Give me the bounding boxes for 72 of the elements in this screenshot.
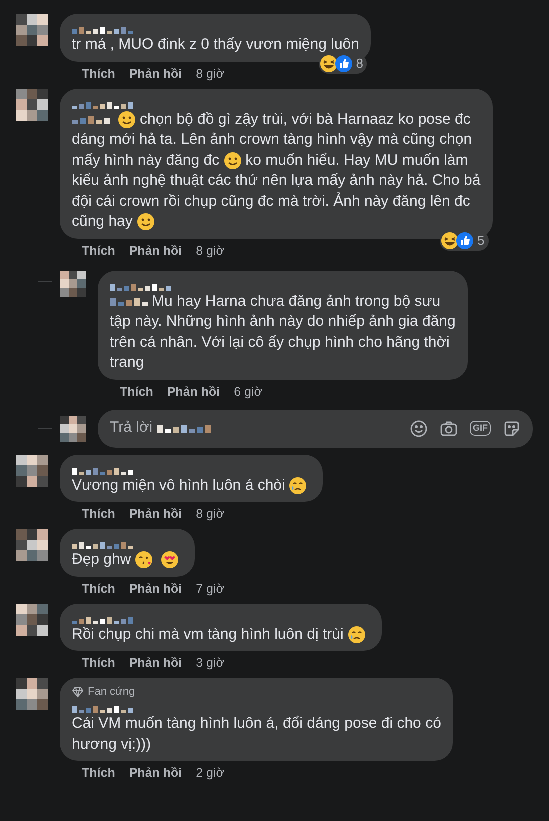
fan-badge-label: Fan cứng bbox=[88, 686, 136, 699]
timestamp[interactable]: 3 giờ bbox=[196, 656, 224, 671]
comment-text: tr má , MUO đink z 0 thấy vươn miệng luôn bbox=[72, 35, 360, 55]
smiling-face-icon bbox=[224, 152, 242, 170]
pixelated-mention bbox=[156, 424, 211, 432]
comment-text: ko muốn hiểu. Hay MU muốn làm bbox=[246, 150, 468, 170]
pixelated-avatar[interactable] bbox=[60, 416, 86, 442]
like-link[interactable]: Thích bbox=[120, 384, 154, 400]
pixelated-avatar[interactable] bbox=[16, 604, 48, 636]
reply-input[interactable]: Trả lời GIF bbox=[98, 410, 533, 448]
thumbs-up-icon bbox=[456, 232, 474, 250]
comment-text: dáng mới hả ta. Lên ảnh crown tàng hình vậy mà cũng chọn bbox=[72, 130, 472, 150]
timestamp[interactable]: 8 giờ bbox=[196, 507, 224, 522]
timestamp[interactable]: 8 giờ bbox=[196, 244, 224, 258]
pixelated-avatar[interactable] bbox=[60, 270, 86, 296]
kissing-face-icon bbox=[135, 551, 154, 570]
reaction-badge[interactable]: 8 bbox=[319, 54, 368, 74]
reaction-count: 8 bbox=[356, 54, 364, 73]
comment-text: trên cá nhân. Với lại cô ấy chụp hình cho hãng thời bbox=[110, 332, 450, 352]
comment-text: đội cái crown rồi chụp cũng đc mà trời. Ảnh này đăng lên đc bbox=[72, 192, 470, 212]
like-link[interactable]: Thích bbox=[82, 244, 116, 258]
timestamp[interactable]: 6 giờ bbox=[234, 384, 262, 400]
comment-text: kiểu ảnh nghệ thuật các thứ nên lựa mấy ảnh này hả. Cho bả bbox=[72, 171, 481, 191]
laughing-face-icon bbox=[441, 232, 460, 250]
like-link[interactable]: Thích bbox=[82, 507, 116, 522]
reaction-count: 5 bbox=[477, 232, 485, 250]
like-link[interactable]: Thích bbox=[82, 766, 116, 781]
pixelated-avatar[interactable] bbox=[16, 14, 48, 46]
reply-link[interactable]: Phản hồi bbox=[129, 766, 182, 781]
crying-face-icon bbox=[289, 476, 308, 495]
reply-link[interactable]: Phản hồi bbox=[129, 66, 182, 82]
timestamp[interactable]: 2 giờ bbox=[196, 766, 224, 781]
reply-link[interactable]: Phản hồi bbox=[129, 656, 182, 671]
pixelated-avatar[interactable] bbox=[16, 529, 48, 561]
gif-button[interactable]: GIF bbox=[470, 421, 491, 436]
pixelated-mention bbox=[72, 116, 110, 124]
reply-link[interactable]: Phản hồi bbox=[129, 582, 182, 596]
comment-text: Vương miện vô hình luôn á chòi bbox=[72, 476, 286, 496]
heart-eyes-face-icon bbox=[161, 551, 180, 570]
comment-text: Mu hay Harna chưa đăng ảnh trong bộ sưu bbox=[152, 292, 441, 312]
reply-link[interactable]: Phản hồi bbox=[167, 384, 220, 400]
timestamp[interactable]: 7 giờ bbox=[196, 582, 224, 596]
laughing-face-icon bbox=[320, 54, 338, 72]
placeholder-text: Trả lời bbox=[110, 418, 153, 438]
comment-text: mấy hình này đăng đc bbox=[72, 150, 220, 170]
reply-link[interactable]: Phản hồi bbox=[129, 244, 182, 258]
reply-link[interactable]: Phản hồi bbox=[129, 507, 182, 522]
comment-text: Đẹp ghw bbox=[72, 550, 132, 570]
sticker-icon[interactable] bbox=[503, 420, 521, 438]
like-link[interactable]: Thích bbox=[82, 656, 116, 671]
camera-icon[interactable] bbox=[440, 420, 458, 438]
reaction-badge[interactable]: 5 bbox=[440, 230, 489, 250]
thumbs-up-icon bbox=[335, 54, 354, 72]
crying-face-icon bbox=[348, 626, 366, 644]
smiling-face-icon bbox=[136, 213, 155, 232]
diamond-icon bbox=[72, 687, 84, 698]
comment-text: trang bbox=[110, 353, 144, 373]
comment-text: Cái VM muốn tàng hình luôn á, đổi dáng pose đi cho có bbox=[72, 714, 442, 734]
timestamp[interactable]: 8 giờ bbox=[196, 66, 224, 82]
pixelated-mention bbox=[110, 298, 148, 306]
emoji-icon[interactable] bbox=[410, 420, 428, 438]
comment-text: tập này. Những hình ảnh này do nhiếp ảnh gia đăng bbox=[110, 312, 456, 332]
comment-text: hương vị:))) bbox=[72, 734, 152, 754]
smiling-face-icon bbox=[118, 110, 136, 129]
comment-text: Rồi chụp chi mà vm tàng hình luôn dị trùi bbox=[72, 624, 344, 644]
pixelated-avatar[interactable] bbox=[16, 454, 48, 486]
comment-text: chọn bộ đồ gì zậy trùi, với bà Harnaaz ko pose đc bbox=[140, 110, 471, 130]
comment-text: cũng hay bbox=[72, 212, 133, 232]
like-link[interactable]: Thích bbox=[82, 66, 116, 82]
like-link[interactable]: Thích bbox=[82, 582, 116, 596]
pixelated-avatar[interactable] bbox=[16, 678, 48, 710]
pixelated-avatar[interactable] bbox=[16, 88, 48, 120]
